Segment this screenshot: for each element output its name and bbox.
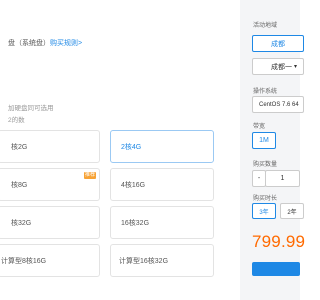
os-select[interactable]: CentOS 7.6 64: [252, 96, 304, 113]
spec-option[interactable]: 4核16G: [110, 168, 214, 201]
region-label: 活动地域: [253, 23, 278, 29]
spec-option[interactable]: 计算型8核16G: [0, 244, 100, 277]
buy-button[interactable]: [252, 262, 300, 276]
config-area: 盘（系统盘）购买规则> 加硬盘同可选用 2的数 核2G 2核4G 核8G 推荐 …: [0, 0, 230, 300]
rule-line-2: 加硬盘同可选用: [8, 105, 54, 112]
spec-option-label: 核8G: [11, 181, 28, 189]
spec-option[interactable]: 计算型16核32G: [110, 244, 214, 277]
minus-icon: -: [257, 175, 261, 182]
chevron-down-icon: ▾: [294, 64, 298, 70]
region-option-label: 成都: [271, 40, 285, 48]
duration-option-selected[interactable]: 3年: [252, 203, 276, 219]
spec-option-label: 4核16G: [121, 181, 146, 189]
spec-option-label: 2核4G: [121, 143, 142, 151]
quantity-minus-button[interactable]: -: [252, 170, 266, 187]
rule-line-3: 2的数: [8, 117, 25, 124]
system-disk-info: 盘（系统盘）购买规则>: [8, 38, 82, 48]
os-label: 操作系统: [253, 89, 278, 95]
region-option-selected[interactable]: 成都: [252, 35, 304, 52]
spec-option[interactable]: 核8G 推荐: [0, 168, 100, 201]
os-select-value: CentOS 7.6 64: [259, 101, 299, 108]
spec-option-label: 16核32G: [121, 219, 150, 227]
purchase-rules-link[interactable]: 购买规则>: [50, 40, 82, 47]
region-option[interactable]: 成都一 ▾: [252, 58, 304, 75]
duration-option-label: 2年: [287, 209, 297, 216]
spec-option[interactable]: 16核32G: [110, 206, 214, 239]
quantity-value: 1: [280, 175, 285, 182]
spec-option-label: 核32G: [11, 219, 32, 227]
duration-option[interactable]: 2年: [280, 203, 304, 219]
bandwidth-option-selected[interactable]: 1M: [252, 132, 276, 149]
spec-option-label: 计算型16核32G: [119, 257, 169, 265]
spec-option-selected[interactable]: 2核4G: [110, 130, 214, 163]
quantity-label: 购买数量: [253, 162, 278, 168]
spec-option[interactable]: 核32G: [0, 206, 100, 239]
bandwidth-option-label: 1M: [259, 137, 269, 144]
quantity-input[interactable]: 1: [265, 170, 300, 187]
bandwidth-label: 带宽: [253, 124, 266, 130]
region-option-label: 成都一: [271, 63, 292, 71]
total-price: 799.99: [252, 232, 306, 251]
spec-option-label: 核2G: [11, 143, 28, 151]
recommend-badge: 推荐: [84, 172, 96, 179]
spec-option-label: 计算型8核16G: [1, 257, 47, 265]
duration-option-label: 3年: [259, 209, 269, 216]
spec-option[interactable]: 核2G: [0, 130, 100, 163]
system-disk-text: 盘（系统盘）: [8, 40, 50, 47]
duration-label: 购买时长: [253, 196, 278, 202]
